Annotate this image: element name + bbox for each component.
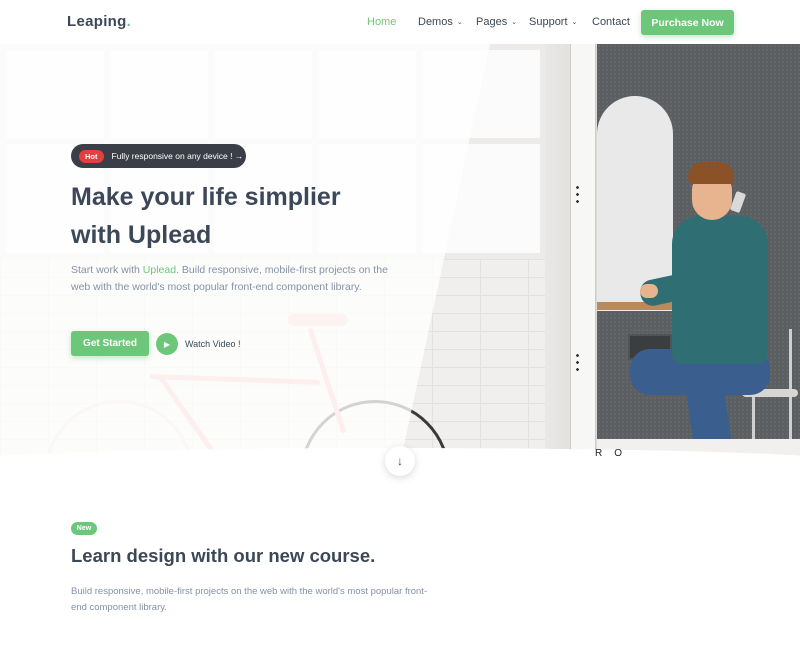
nav-item-label: Home [367,16,397,28]
nav-item-label: Pages [476,16,508,28]
nav-item-label: Demos [418,16,453,28]
new-badge: New [71,522,97,535]
nav-item-demos[interactable]: Demos ⌄ [418,16,463,28]
nav-item-label: Support [529,16,568,28]
door-frame [570,44,596,464]
chevron-down-icon: ⌄ [571,19,578,26]
booth-lettering: RO [595,448,634,459]
person-hand [640,284,658,298]
logo-dot: . [126,13,132,30]
arrow-down-icon: ↓ [397,454,403,468]
logo[interactable]: Leaping. [67,13,131,30]
hero-section [0,44,800,464]
chevron-down-icon: ⌄ [511,19,518,26]
nav-item-pages[interactable]: Pages ⌄ [476,16,517,28]
hot-badge[interactable]: Hot Fully responsive on any device ! → [71,144,246,168]
nav-item-contact[interactable]: Contact [592,16,630,28]
top-navbar: Leaping. Home Demos ⌄ Pages ⌄ Support ⌄ … [0,0,800,44]
badge-text: Fully responsive on any device ! → [111,151,244,161]
section-description: Build responsive, mobile-first projects … [71,586,428,613]
play-icon[interactable]: ▶ [156,333,178,355]
purchase-now-button[interactable]: Purchase Now [641,10,734,35]
hero-title: Make your life simplier with Uplead [71,178,431,254]
nav-item-label: Contact [592,16,630,28]
watch-video-label: Watch Video ! [185,339,241,349]
section-title: Learn design with our new course. [71,545,376,566]
nav-item-support[interactable]: Support ⌄ [529,16,577,28]
get-started-button[interactable]: Get Started [71,331,149,356]
chevron-down-icon: ⌄ [456,19,463,26]
person-hair [688,162,734,184]
scroll-down-button[interactable]: ↓ [385,446,415,476]
nav-item-home[interactable]: Home [367,16,396,28]
hero-title-line1: Make your life simplier [71,183,341,211]
hot-tag: Hot [79,149,104,163]
hero-description: Start work with Uplead. Build responsive… [71,262,391,295]
hero-desc-accent: Uplead [142,264,177,276]
hero-title-line2: with Uplead [71,221,212,249]
door-hinge [576,184,579,206]
hero-desc-before: Start work with [71,264,143,276]
door-hinge [576,352,579,374]
logo-text: Leaping [67,13,127,30]
watch-video-link[interactable]: ▶ Watch Video ! [156,333,241,355]
